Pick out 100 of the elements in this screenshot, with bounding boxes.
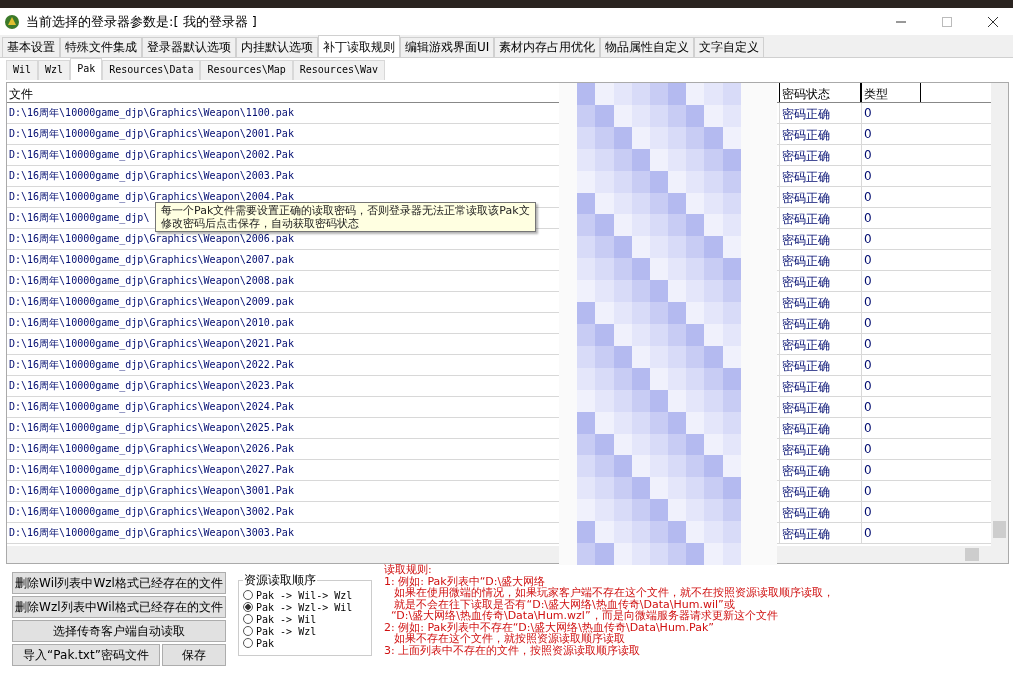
table-cell: 0 <box>861 460 921 480</box>
table-cell: D:\16周年\10000game_djp\Graphics\Weapon\2023.Pak <box>9 380 294 391</box>
tab[interactable]: 编辑游戏界面UI <box>400 37 495 57</box>
table-cell: 密码正确 <box>779 418 861 438</box>
table-cell: D:\16周年\10000game_djp\Graphics\Weapon\2008.pak <box>9 275 294 286</box>
table-cell: 0 <box>861 250 921 270</box>
tab[interactable]: 基本设置 <box>2 37 60 57</box>
table-cell: 密码正确 <box>779 208 861 228</box>
table-cell: 0 <box>861 292 921 312</box>
table-cell: 0 <box>861 334 921 354</box>
table-cell: 0 <box>861 418 921 438</box>
tab[interactable]: 素材内存占用优化 <box>494 37 601 57</box>
rule-text: 读取规则: <box>384 564 433 576</box>
table-cell: D:\16周年\10000game_djp\Graphics\Weapon\2024.Pak <box>9 401 294 412</box>
option-label[interactable]: Pak -> Wzl <box>256 625 317 637</box>
table-cell: D:\16周年\10000game_djp\Graphics\Weapon\3002.Pak <box>9 506 294 517</box>
table-cell: 0 <box>861 313 921 333</box>
group-title: 资源读取顺序 <box>243 572 317 589</box>
table-cell: D:\16周年\10000game_djp\Graphics\Weapon\2007.pak <box>9 254 294 265</box>
table-cell: D:\16周年\10000game_djp\Graphics\Weapon\1100.pak <box>9 107 294 118</box>
table-cell: D:\16周年\10000game_djp\Graphics\Weapon\2004.Pak <box>9 191 294 202</box>
table-cell: 密码正确 <box>779 187 861 207</box>
table-cell: D:\16周年\10000game_djp\Graphics\Weapon\2003.Pak <box>9 170 294 181</box>
table-cell: 密码正确 <box>779 124 861 144</box>
rule-text: 2: 例如: Pak列表中不存在“D:\盛大网络\热血传奇\Data\Hum.Pak” <box>384 621 715 633</box>
table-cell: 密码正确 <box>779 229 861 249</box>
vertical-scrollbar[interactable] <box>991 83 1008 546</box>
button[interactable]: 删除Wil列表中Wzl格式已经存在的文件 <box>12 572 226 594</box>
close-icon[interactable] <box>987 15 999 28</box>
table-cell: D:\16周年\10000game_djp\Graphics\Weapon\2022.Pak <box>9 359 294 370</box>
radio-button[interactable] <box>243 602 253 612</box>
table-cell: 0 <box>861 103 921 123</box>
option-label[interactable]: Pak -> Wil-> Wzl <box>256 589 353 601</box>
tab[interactable]: Resources\Wav <box>292 60 386 80</box>
app-icon <box>4 13 20 30</box>
table-cell: 密码正确 <box>779 460 861 480</box>
table-cell: 密码正确 <box>779 523 861 543</box>
option-label[interactable]: Pak -> Wil <box>256 613 317 625</box>
radio-button[interactable] <box>243 638 253 648</box>
table-cell: 0 <box>861 397 921 417</box>
option-label[interactable]: Pak <box>256 637 275 649</box>
tab[interactable]: 文字自定义 <box>694 37 765 57</box>
tab[interactable]: Wzl <box>38 60 71 80</box>
tab[interactable]: Pak <box>70 58 103 80</box>
column-header[interactable]: 类型 <box>861 83 921 102</box>
table-cell: 密码正确 <box>779 376 861 396</box>
table-cell: 0 <box>861 187 921 207</box>
table-cell: 密码正确 <box>779 334 861 354</box>
button[interactable]: 导入“Pak.txt”密码文件 <box>12 644 160 666</box>
rule-text: 就是不会在往下读取是否有“D:\盛大网络\热血传奇\Data\Hum.wil”或 <box>394 598 735 610</box>
table-cell: 密码正确 <box>779 250 861 270</box>
option-label[interactable]: Pak -> Wzl-> Wil <box>256 601 353 613</box>
table-cell: 密码正确 <box>779 481 861 501</box>
tab[interactable]: Wil <box>6 60 39 80</box>
table-cell: D:\16周年\10000game_djp\Graphics\Weapon\2021.Pak <box>9 338 294 349</box>
tab[interactable]: 登录器默认选项 <box>142 37 236 57</box>
table-cell: 密码正确 <box>779 103 861 123</box>
rule-text: 如果不存在这个文件，就按照资源读取顺序读取 <box>393 633 626 645</box>
table-cell: 密码正确 <box>779 355 861 375</box>
radio-button[interactable] <box>243 590 253 600</box>
column-header[interactable]: 密码状态 <box>779 83 861 102</box>
table-cell: 0 <box>861 271 921 291</box>
tab[interactable]: Resources\Data <box>102 60 201 80</box>
rule-text: “D:\盛大网络\热血传奇\Data\Hum.wzl”，而是向微端服务器请求更新这个文件 <box>390 610 779 622</box>
table-cell: 0 <box>861 145 921 165</box>
tab[interactable]: 补丁读取规则 <box>318 35 400 57</box>
table-cell: D:\16周年\10000game_djp\Graphics\Weapon\2009.pak <box>9 296 294 307</box>
button[interactable]: 删除Wzl列表中Wil格式已经存在的文件 <box>12 596 226 618</box>
table-cell: D:\16周年\10000game_djp\ <box>9 212 150 223</box>
table-cell: 密码正确 <box>779 313 861 333</box>
column-header[interactable]: 文件 <box>7 83 557 102</box>
button[interactable]: 选择传奇客户端自动读取 <box>12 620 226 642</box>
table-cell: 密码正确 <box>779 502 861 522</box>
table-cell: 密码正确 <box>779 292 861 312</box>
table-cell: D:\16周年\10000game_djp\Graphics\Weapon\3001.Pak <box>9 485 294 496</box>
rule-text: 如果在使用微端的情况，如果玩家客户端不存在这个文件，就不在按照资源读取顺序读取， <box>393 587 835 599</box>
table-cell: 密码正确 <box>779 271 861 291</box>
table-cell: 0 <box>861 208 921 228</box>
table-cell: 0 <box>861 502 921 522</box>
tab[interactable]: 特殊文件集成 <box>60 37 142 57</box>
rule-text: 3: 上面列表中不存在的文件，按照资源读取顺序读取 <box>384 644 642 656</box>
table-cell: D:\16周年\10000game_djp\Graphics\Weapon\2010.pak <box>9 317 294 328</box>
table-cell: 密码正确 <box>779 145 861 165</box>
radio-button[interactable] <box>243 626 253 636</box>
table-cell: D:\16周年\10000game_djp\Graphics\Weapon\2006.pak <box>9 233 294 244</box>
button[interactable]: 保存 <box>162 644 226 666</box>
table-cell: 0 <box>861 229 921 249</box>
table-cell: D:\16周年\10000game_djp\Graphics\Weapon\2002.Pak <box>9 149 294 160</box>
table-cell: 密码正确 <box>779 166 861 186</box>
table-cell: 0 <box>861 523 921 543</box>
tab[interactable]: 物品属性自定义 <box>600 37 695 57</box>
tab[interactable]: 内挂默认选项 <box>236 37 318 57</box>
radio-button[interactable] <box>243 614 253 624</box>
rule-text: 1: 例如: Pak列表中“D:\盛大网络 <box>384 575 546 587</box>
table-cell: D:\16周年\10000game_djp\Graphics\Weapon\2027.Pak <box>9 464 294 475</box>
table-cell: 0 <box>861 166 921 186</box>
tab[interactable]: Resources\Map <box>200 60 293 80</box>
table-cell: 0 <box>861 376 921 396</box>
table-cell: 0 <box>861 355 921 375</box>
table-cell: D:\16周年\10000game_djp\Graphics\Weapon\2001.Pak <box>9 128 294 139</box>
